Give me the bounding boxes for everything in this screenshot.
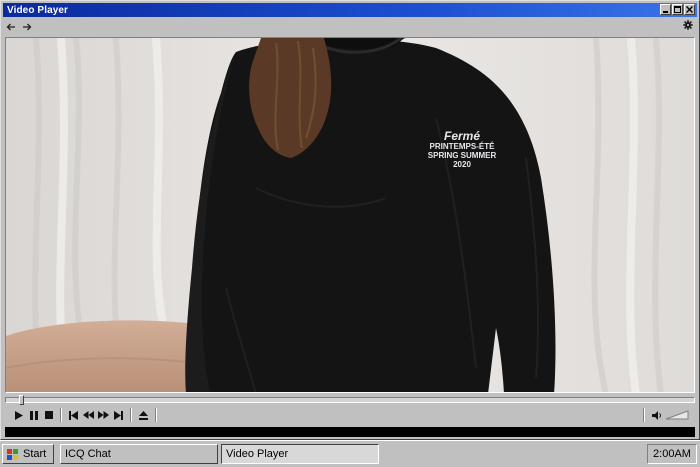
eject-icon: [139, 410, 148, 420]
close-icon: [686, 6, 693, 13]
taskbar-clock: 2:00AM: [647, 444, 697, 464]
taskbar: Start ICQ Chat Video Player 2:00AM: [0, 440, 700, 467]
task-icq-chat[interactable]: ICQ Chat: [60, 444, 218, 464]
maximize-icon: [674, 6, 681, 13]
video-frame-image: Fermé PRINTEMPS-ÉTÉ SPRING SUMMER 2020: [6, 38, 694, 392]
shirt-print-line-2: SPRING SUMMER: [428, 151, 497, 160]
task-label: Video Player: [226, 448, 289, 460]
volume-control: [639, 408, 689, 422]
separator: [130, 408, 132, 422]
task-label: ICQ Chat: [65, 448, 111, 460]
playback-controls: [5, 405, 695, 425]
maximize-button[interactable]: [672, 4, 683, 15]
task-video-player[interactable]: Video Player: [221, 444, 379, 464]
forward-button[interactable]: [19, 20, 35, 34]
shirt-print-line-3: 2020: [453, 160, 471, 169]
seek-thumb[interactable]: [19, 395, 24, 405]
fast-forward-button[interactable]: [96, 408, 111, 423]
gear-icon: [683, 20, 693, 30]
separator: [60, 408, 62, 422]
windows-logo-icon: [7, 448, 18, 460]
skip-back-icon: [69, 410, 78, 420]
status-bar: [5, 427, 695, 437]
play-button[interactable]: [11, 408, 26, 423]
settings-button[interactable]: [683, 20, 693, 33]
back-button[interactable]: [3, 20, 19, 34]
clock-time: 2:00AM: [653, 448, 691, 460]
pause-button[interactable]: [26, 408, 41, 423]
fast-forward-icon: [98, 411, 109, 419]
eject-button[interactable]: [136, 408, 151, 423]
speaker-icon[interactable]: [652, 410, 662, 420]
window-controls: [660, 4, 695, 15]
separator: [643, 408, 645, 422]
skip-back-button[interactable]: [66, 408, 81, 423]
skip-forward-icon: [114, 410, 123, 420]
title-bar[interactable]: Video Player: [3, 3, 697, 17]
shirt-print-brand: Fermé: [444, 129, 480, 143]
pause-icon: [29, 410, 38, 420]
rewind-icon: [83, 411, 94, 419]
stop-icon: [44, 411, 53, 419]
shirt-print-line-1: PRINTEMPS-ÉTÉ: [430, 142, 496, 151]
stop-button[interactable]: [41, 408, 56, 423]
window-title: Video Player: [7, 4, 69, 16]
sweatshirt-shape: [195, 38, 556, 392]
skip-forward-button[interactable]: [111, 408, 126, 423]
start-label: Start: [23, 448, 47, 460]
video-frame[interactable]: Fermé PRINTEMPS-ÉTÉ SPRING SUMMER 2020: [5, 37, 695, 393]
play-icon: [14, 410, 23, 420]
minimize-icon: [663, 11, 668, 13]
video-player-window: Video Player Fermé PRINTEMPS-ÉTÉ SPRING …: [0, 0, 700, 440]
separator: [155, 408, 157, 422]
start-button[interactable]: Start: [2, 444, 54, 464]
arrow-right-icon: [23, 23, 32, 31]
close-button[interactable]: [684, 4, 695, 15]
taskbar-tasks: ICQ Chat Video Player: [60, 444, 379, 464]
minimize-button[interactable]: [660, 4, 671, 15]
arrow-left-icon: [6, 23, 15, 31]
seek-bar[interactable]: [5, 395, 695, 405]
leg-shape: [6, 320, 211, 392]
nav-toolbar: [3, 19, 697, 35]
volume-slider[interactable]: [665, 410, 689, 420]
rewind-button[interactable]: [81, 408, 96, 423]
